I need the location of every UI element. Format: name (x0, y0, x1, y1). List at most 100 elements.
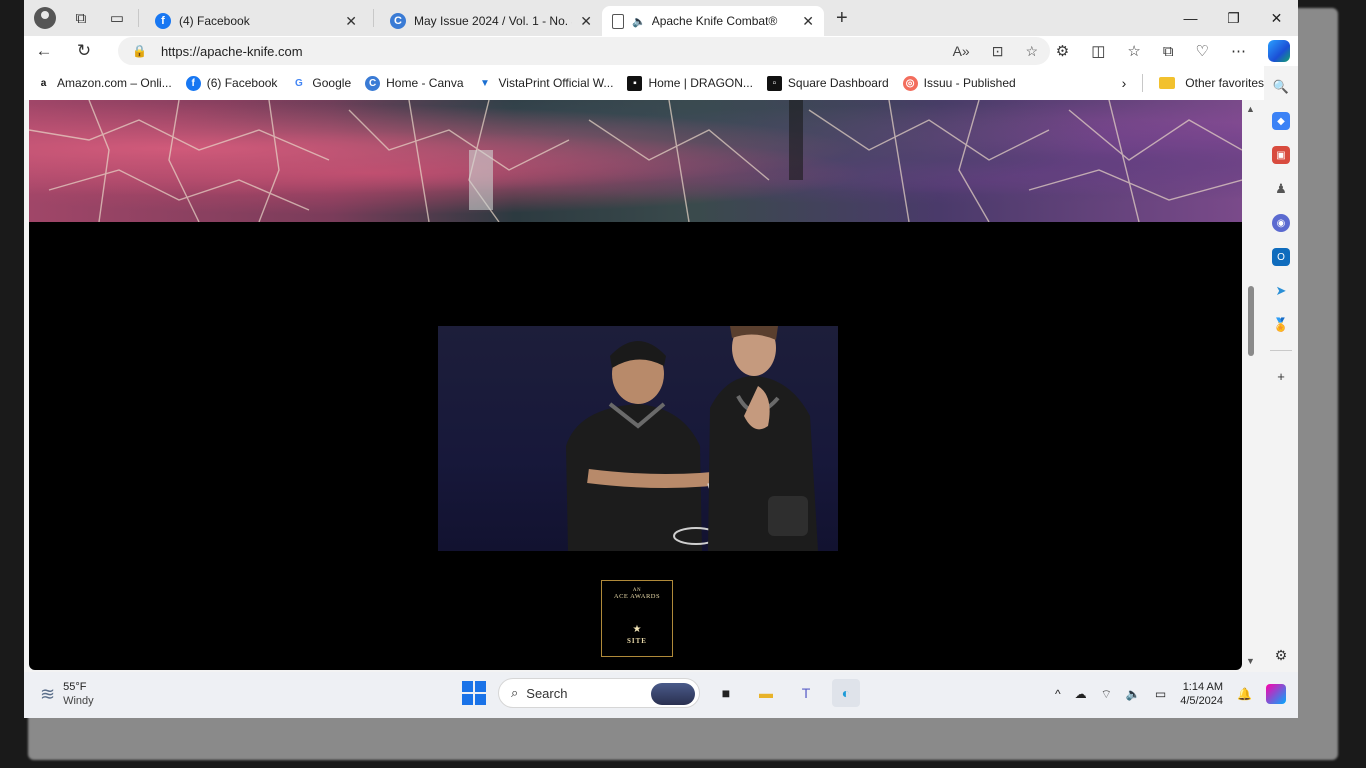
folder-icon (1159, 77, 1176, 89)
page-icon (612, 13, 624, 29)
page-viewport: AN ACE AWARDS ★ SITE (29, 100, 1242, 670)
battery-icon[interactable]: ▭ (1155, 687, 1166, 701)
edge-sidebar: 🔍 ◆ ▣ ♟ ◉ O ➤ 🏅 + ⚙ (1264, 66, 1298, 672)
edge-icon[interactable]: ◐ (832, 679, 860, 707)
vertical-tabs-icon[interactable]: ▭ (102, 4, 132, 32)
divider (373, 9, 374, 27)
search-icon: ⌕ (511, 685, 519, 700)
extensions-icon[interactable]: ⚙ (1056, 42, 1069, 60)
back-icon[interactable]: ← (24, 41, 64, 61)
favorites-icon[interactable]: ☆ (1127, 42, 1140, 60)
favorite-dragon[interactable]: ▪ Home | DRAGON... (627, 75, 753, 91)
tools-icon[interactable]: ▣ (1272, 146, 1290, 164)
file-explorer-icon[interactable]: ▬ (752, 679, 780, 707)
rewards-icon[interactable]: 🏅 (1272, 316, 1290, 334)
taskbar-search[interactable]: ⌕ Search (498, 678, 700, 708)
volume-icon[interactable]: 🔈 (1126, 687, 1141, 701)
other-favorites[interactable]: Other favorites (1185, 76, 1264, 90)
window-controls: — ❐ ✕ (1169, 0, 1298, 36)
favorite-label: Home | DRAGON... (648, 76, 753, 90)
lock-icon[interactable]: 🔒 (132, 44, 147, 58)
new-tab-button[interactable]: + (836, 7, 848, 30)
clock-date: 4/5/2024 (1180, 695, 1224, 707)
scroll-down-arrow-icon[interactable]: ▼ (1246, 656, 1255, 666)
close-icon[interactable]: ✕ (802, 13, 814, 30)
tab-title: (4) Facebook (179, 14, 250, 28)
speaker-icon[interactable]: 🔈 (632, 13, 646, 29)
close-icon[interactable]: ✕ (345, 13, 357, 30)
toolbar-actions: ⚙ ◫ ☆ ⧉ ♡ ⋯ (1056, 36, 1290, 66)
microsoft-365-icon[interactable]: ◉ (1272, 214, 1290, 232)
app-available-icon[interactable]: ⊡ (992, 43, 1004, 60)
copilot-tray-icon[interactable] (1266, 684, 1286, 704)
refresh-icon[interactable]: ↻ (64, 41, 104, 61)
page-scrollbar[interactable]: ▲ ▼ (1242, 100, 1260, 670)
drop-icon[interactable]: ➤ (1272, 282, 1290, 300)
favorite-label: VistaPrint Official W... (498, 76, 614, 90)
chevron-right-icon[interactable]: › (1122, 75, 1127, 91)
workspaces-icon[interactable]: ⧉ (66, 4, 96, 32)
start-button[interactable] (462, 681, 486, 705)
more-menu-icon[interactable]: ⋯ (1231, 42, 1246, 60)
tab-title: May Issue 2024 / Vol. 1 - No. 3 - (414, 14, 573, 28)
close-icon[interactable]: ✕ (580, 13, 592, 30)
outlook-icon[interactable]: O (1272, 248, 1290, 266)
split-screen-icon[interactable]: ◫ (1091, 42, 1105, 60)
favorite-star-icon[interactable]: ☆ (1025, 43, 1038, 60)
weather-temp: 55°F (63, 681, 87, 693)
wifi-icon[interactable]: ⌔ (1101, 687, 1112, 702)
badge-site: SITE (627, 637, 647, 645)
read-aloud-icon[interactable]: A» (953, 43, 970, 59)
facebook-icon: f (155, 13, 171, 29)
tab-apache-knife-combat[interactable]: 🔈 Apache Knife Combat® ✕ (602, 6, 824, 36)
chevron-up-icon[interactable]: ^ (1055, 687, 1061, 701)
favorite-label: Amazon.com – Onli... (57, 76, 172, 90)
favorite-canva[interactable]: C Home - Canva (365, 75, 464, 91)
favorite-vistaprint[interactable]: ▼ VistaPrint Official W... (477, 75, 614, 91)
address-actions: A» ⊡ ☆ (953, 37, 1038, 65)
favorite-label: Issuu - Published (923, 76, 1016, 90)
weather-widget[interactable]: ≋ 55°F Windy (40, 680, 94, 708)
restore-icon[interactable]: ❐ (1212, 0, 1255, 36)
collections-icon[interactable]: ⧉ (1163, 43, 1174, 60)
weather-condition: Windy (63, 695, 94, 707)
tab-facebook[interactable]: f (4) Facebook ✕ (145, 6, 367, 36)
teams-icon[interactable]: T (792, 679, 820, 707)
favorite-square[interactable]: ▫ Square Dashboard (766, 75, 889, 91)
favorite-google[interactable]: G Google (291, 75, 351, 91)
badge-title: ACE AWARDS (613, 593, 661, 600)
dragon-icon: ▪ (627, 75, 643, 91)
clock[interactable]: 1:14 AM 4/5/2024 (1180, 680, 1223, 708)
favorites-bar: a Amazon.com – Onli... f (6) Facebook G … (24, 66, 1264, 100)
onedrive-icon[interactable]: ☁ (1075, 687, 1087, 701)
ace-awards-badge[interactable]: AN ACE AWARDS ★ SITE (601, 580, 673, 657)
banner-texture (29, 100, 1242, 222)
vistaprint-icon: ▼ (477, 75, 493, 91)
add-sidebar-app-icon[interactable]: + (1272, 367, 1290, 385)
favorites-overflow: › Other favorites (1122, 66, 1264, 100)
favorite-issuu[interactable]: ◎ Issuu - Published (902, 75, 1016, 91)
scroll-up-arrow-icon[interactable]: ▲ (1246, 104, 1255, 114)
browser-essentials-icon[interactable]: ♡ (1196, 42, 1209, 60)
close-window-icon[interactable]: ✕ (1255, 0, 1298, 36)
tab-may-issue[interactable]: C May Issue 2024 / Vol. 1 - No. 3 - ✕ (380, 6, 602, 36)
games-icon[interactable]: ♟ (1272, 180, 1290, 198)
sidebar-settings-icon[interactable]: ⚙ (1275, 647, 1288, 664)
profile-button[interactable] (30, 4, 60, 32)
scroll-thumb[interactable] (1248, 286, 1254, 356)
google-icon: G (291, 75, 307, 91)
search-placeholder: Search (526, 685, 568, 701)
favorite-facebook[interactable]: f (6) Facebook (185, 75, 277, 91)
favorite-amazon[interactable]: a Amazon.com – Onli... (36, 75, 172, 91)
video-player[interactable] (438, 326, 838, 551)
search-icon[interactable]: 🔍 (1272, 78, 1290, 96)
shopping-tag-icon[interactable]: ◆ (1272, 112, 1290, 130)
taskbar-apps: ⌕ Search ■ ▬ T ◐ (462, 678, 860, 708)
minimize-icon[interactable]: — (1169, 0, 1212, 36)
url-text: https://apache-knife.com (160, 43, 303, 59)
task-view-icon[interactable]: ■ (712, 679, 740, 707)
notification-bell-icon[interactable]: 🔔 (1237, 687, 1252, 701)
copilot-icon[interactable] (1268, 40, 1290, 62)
address-bar[interactable]: 🔒 https://apache-knife.com A» ⊡ ☆ (118, 37, 1050, 65)
issuu-icon: ◎ (902, 75, 918, 91)
